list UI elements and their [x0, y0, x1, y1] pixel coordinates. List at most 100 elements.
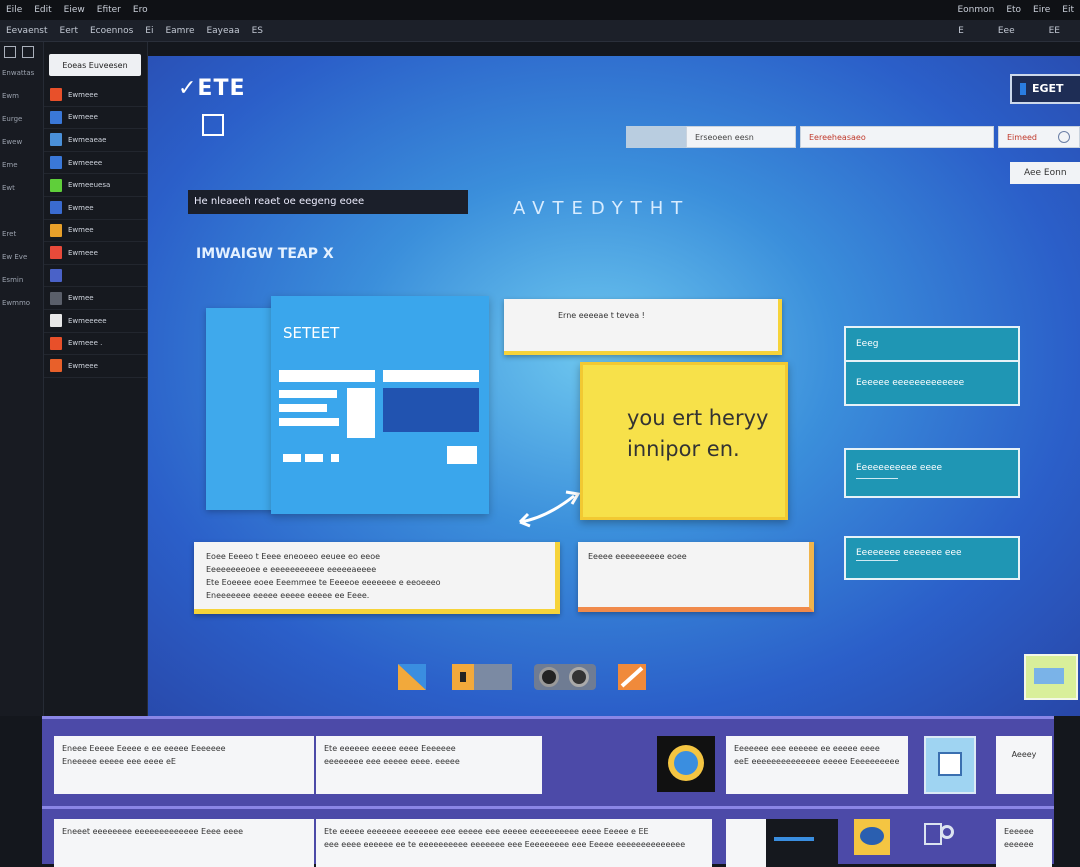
file-item[interactable]: Ewmeee — [44, 84, 147, 107]
teal-card-row: Eeeeeeee eeeeeee eee — [856, 548, 962, 558]
record-tool-icon[interactable] — [534, 664, 596, 690]
text-caret — [1020, 83, 1026, 95]
teal-card-3[interactable]: Eeeeeeee eeeeeee eee — [844, 536, 1020, 580]
toggle-circle-icon[interactable] — [1058, 131, 1070, 143]
file-item[interactable]: Ewmeee — [44, 242, 147, 265]
caption-label: He nleaeeh reaet oe eegeng eoee — [188, 190, 468, 214]
teal-card-1[interactable]: Eeeg Eeeeee eeeeeeeeeeeee — [844, 326, 1020, 406]
toolbar-right-1[interactable]: E — [952, 26, 970, 36]
panel-top-button[interactable]: Eoeas Euveesen — [49, 54, 141, 76]
toolbar-right-2[interactable]: Eee — [992, 26, 1021, 36]
app-logo-icon[interactable] — [657, 736, 715, 792]
note-card-mid[interactable]: Eeeee eeeeeeeeee eoee — [578, 542, 814, 612]
menu-bar: Eile Edit Eiew Efiter Ero Eonmon Eto Eir… — [0, 0, 1080, 20]
menu-right-1[interactable]: Eonmon — [951, 5, 1000, 15]
frame-icon[interactable] — [202, 114, 224, 136]
menu-view[interactable]: Eiew — [58, 5, 91, 15]
pen-tool-icon[interactable] — [618, 664, 646, 690]
bottom-card-6[interactable]: Ete eeeee eeeeeee eeeeeee eee eeeee eee … — [316, 819, 712, 867]
file-item-label: Ewmeee — [68, 248, 98, 257]
search-field-2[interactable]: Eereeheasaeo — [800, 126, 994, 148]
toolbar-item-7[interactable]: ES — [246, 26, 269, 36]
menu-right-2[interactable]: Eto — [1000, 5, 1027, 15]
file-list: Ewmeee Ewmeee Ewmeaeae Ewmeeee Ewmeeuesa Ewme… — [44, 84, 147, 378]
chart-block — [383, 388, 479, 432]
toolbar-right-3[interactable]: EE — [1043, 26, 1066, 36]
menu-file[interactable]: Eile — [0, 5, 28, 15]
teal-card-2[interactable]: Eeeeeeeeeee eeee — [844, 448, 1020, 498]
note-line: Eneeeeeee eeeee eeeee eeeee ee Eeee. — [206, 591, 370, 600]
add-button[interactable]: Aee Eonn — [1010, 162, 1080, 184]
card-line: Eneeet eeeeeeee eeeeeeeeeeeee Eeee eeee — [62, 827, 244, 836]
file-item[interactable]: Ewmee — [44, 220, 147, 243]
file-item-label: Ewmee — [68, 226, 94, 235]
rail-label-6[interactable]: Ewt — [0, 177, 43, 200]
shield-icon[interactable] — [854, 819, 890, 855]
app-logo: ✓ETE — [178, 76, 246, 101]
name-input[interactable]: EGET — [1010, 74, 1080, 104]
bottom-card-3[interactable]: Eeeeeee eee eeeeee ee eeeee eeee eeE eee… — [726, 736, 908, 794]
toolbar-item-3[interactable]: Ecoennos — [84, 26, 139, 36]
toolbar-item-4[interactable]: Ei — [139, 26, 159, 36]
file-item-label: Ewmeee . — [68, 339, 103, 348]
file-item-label: Ewmeeuesa — [68, 181, 111, 190]
spaced-title: AVTEDYTHT — [513, 198, 691, 219]
file-item[interactable]: Ewmeee . — [44, 333, 147, 356]
toolbar-item-2[interactable]: Eert — [54, 26, 84, 36]
bottom-card-2[interactable]: Ete eeeeee eeeee eeee Eeeeeee eeeeeeee e… — [316, 736, 542, 794]
file-item[interactable]: Ewmeee — [44, 107, 147, 130]
rail-label-10[interactable]: Esmin — [0, 269, 43, 292]
rail-label-5[interactable]: Eme — [0, 154, 43, 177]
shape-tool-icon[interactable] — [398, 664, 426, 690]
teal-card-row: Eeeg — [856, 339, 879, 349]
image-thumbnail-icon[interactable] — [924, 736, 976, 794]
rail-label-8[interactable]: Eret — [0, 223, 43, 246]
rail-label-9[interactable]: Ew Eve — [0, 246, 43, 269]
grid-icon[interactable] — [22, 46, 34, 58]
file-item[interactable]: Ewmeeee — [44, 152, 147, 175]
document-back-page — [206, 308, 276, 510]
toolbar-item-5[interactable]: Eamre — [159, 26, 200, 36]
arrow-icon — [518, 490, 581, 528]
note-card-left[interactable]: Eoee Eeeeo t Eeee eneoeeo eeuee eo eeoe … — [194, 542, 560, 614]
note-card-top[interactable]: Erne eeeeae t tevea ! — [504, 299, 782, 355]
bottom-card-4[interactable]: Aeeey — [996, 736, 1052, 794]
file-icon — [50, 359, 62, 373]
file-item[interactable]: Ewmeeuesa — [44, 174, 147, 197]
menu-edit[interactable]: Edit — [28, 5, 57, 15]
image-tool-icon[interactable] — [452, 664, 512, 690]
sticky-note[interactable]: you ert heryy innipor en. — [580, 362, 788, 520]
rail-label-3[interactable]: Eurge — [0, 108, 43, 131]
text-line — [305, 454, 323, 462]
document-title: SETEET — [283, 324, 340, 342]
lamp-icon[interactable] — [918, 819, 958, 865]
file-item[interactable]: Ewmeee — [44, 355, 147, 378]
rail-label-4[interactable]: Ewew — [0, 131, 43, 154]
search-field-1[interactable]: Erseoeen eesn — [686, 126, 796, 148]
document-page[interactable]: SETEET — [271, 296, 489, 514]
menu-pro[interactable]: Ero — [127, 5, 154, 15]
main-canvas: ✓ETE He nleaeeh reaet oe eegeng eoee AVT… — [148, 56, 1080, 716]
thumbnail-preview[interactable] — [1024, 654, 1078, 700]
file-item[interactable] — [44, 265, 147, 288]
rail-label-11[interactable]: Ewmmo — [0, 292, 43, 315]
slider-widget[interactable] — [726, 819, 838, 867]
bottom-card-1[interactable]: Eneee Eeeee Eeeee e ee eeeee Eeeeeee Ene… — [54, 736, 314, 794]
menu-right-3[interactable]: Eire — [1027, 5, 1056, 15]
rail-label-1[interactable]: Enwattas — [0, 62, 43, 85]
bottom-card-5[interactable]: Eneeet eeeeeeee eeeeeeeeeeeee Eeee eeee — [54, 819, 314, 867]
toolbar-item-1[interactable]: Eevaenst — [0, 26, 54, 36]
menu-right-4[interactable]: Eit — [1056, 5, 1080, 15]
toolbar-item-6[interactable]: Eayeaa — [200, 26, 245, 36]
file-icon — [50, 246, 62, 260]
file-item[interactable]: Ewmee — [44, 287, 147, 310]
text-line — [279, 404, 327, 412]
menu-filter[interactable]: Efiter — [91, 5, 127, 15]
file-item[interactable]: Ewmeaeae — [44, 129, 147, 152]
file-item[interactable]: Ewmeeeee — [44, 310, 147, 333]
layout-icon[interactable] — [4, 46, 16, 58]
rail-label-7[interactable] — [0, 200, 43, 223]
rail-label-2[interactable]: Ewm — [0, 85, 43, 108]
bottom-card-7[interactable]: Eeeeee eeeeee — [996, 819, 1052, 867]
file-item[interactable]: Ewmee — [44, 197, 147, 220]
